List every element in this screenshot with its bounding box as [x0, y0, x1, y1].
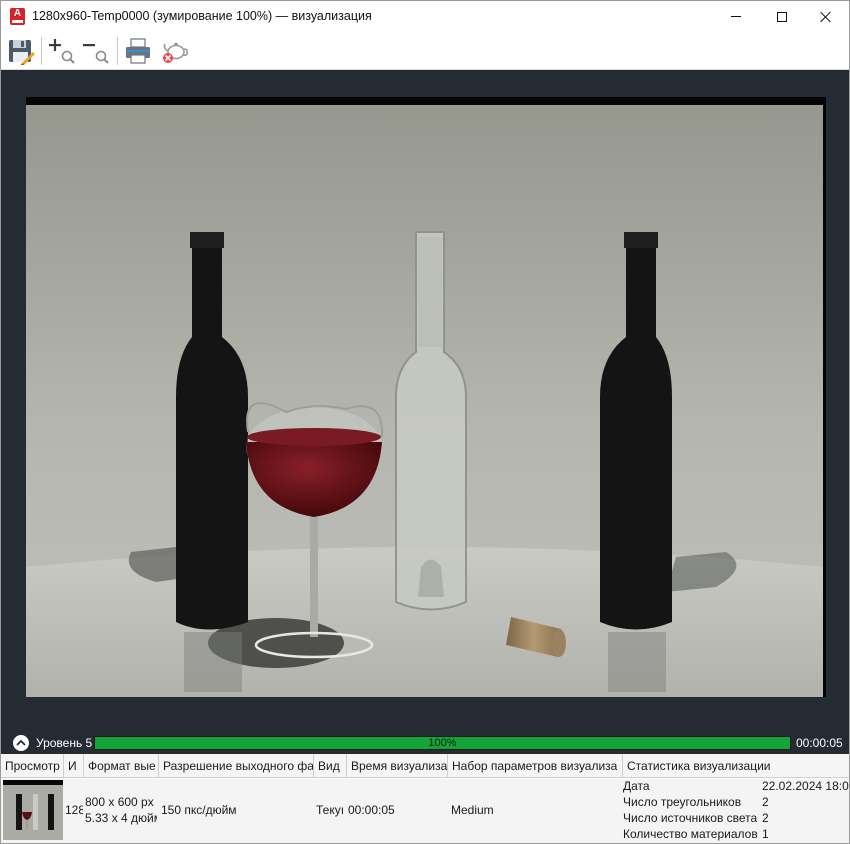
print-button[interactable] — [121, 35, 155, 67]
render-time-cell: 00:00:05 — [348, 803, 395, 817]
format-size-px: 800 x 600 px — [85, 795, 154, 809]
format-size-inches: 5.33 x 4 дюйм — [85, 811, 157, 825]
column-header-preview[interactable]: Просмотр — [1, 754, 64, 778]
render-progress-bar: 100% — [94, 736, 791, 750]
zoom-out-icon — [83, 44, 109, 64]
stat-value: 22.02.2024 18:05 — [762, 779, 850, 793]
toolbar-separator — [117, 37, 118, 65]
column-header-preset[interactable]: Набор параметров визуализа — [448, 754, 623, 778]
stat-date: Дата 22.02.2024 18:05 — [623, 779, 849, 795]
column-header-format[interactable]: Формат вые — [84, 754, 159, 778]
title-bar[interactable]: A 1280x960-Temp0000 (зумирование 100%) —… — [1, 1, 849, 32]
chevron-up-icon — [16, 739, 26, 746]
render-status-bar: Уровень 5 100% 00:00:05 — [1, 733, 849, 754]
cancel-render-button[interactable] — [159, 35, 191, 67]
minimize-icon — [731, 16, 741, 17]
maximize-button[interactable] — [759, 1, 805, 32]
rendered-image — [26, 97, 826, 697]
stat-triangles: Число треугольников 2 — [623, 795, 849, 811]
zoom-out-button[interactable] — [79, 35, 111, 67]
stat-value: 2 — [762, 811, 769, 825]
minimize-button[interactable] — [713, 1, 759, 32]
preset-cell: Medium — [451, 803, 494, 817]
close-button[interactable] — [803, 1, 849, 32]
image-name-cell: 128 — [65, 803, 83, 817]
close-icon — [820, 11, 832, 23]
preview-thumbnail — [3, 780, 63, 840]
teapot-cancel-icon — [163, 43, 188, 63]
save-image-button[interactable] — [5, 35, 37, 67]
render-level-label: Уровень 5 — [36, 736, 93, 750]
toolbar — [1, 32, 849, 70]
column-header-view[interactable]: Вид — [314, 754, 347, 778]
zoom-in-icon — [49, 39, 75, 64]
zoom-in-button[interactable] — [45, 35, 77, 67]
stat-value: 2 — [762, 795, 769, 809]
stat-value: 1 — [762, 827, 769, 841]
autocad-app-icon: A — [10, 8, 25, 25]
preview-thumbnail-image — [3, 785, 63, 840]
table-row[interactable]: 128 800 x 600 px 5.33 x 4 дюйм 150 пкс/д… — [1, 779, 849, 843]
stat-materials: Количество материалов 1 — [623, 827, 849, 843]
elapsed-time: 00:00:05 — [796, 736, 843, 750]
statistics-cell: Дата 22.02.2024 18:05 Число треугольнико… — [623, 779, 849, 843]
column-header-resolution[interactable]: Разрешение выходного фа — [159, 754, 314, 778]
stat-key: Число треугольников — [623, 795, 742, 809]
view-cell: Текуı — [316, 803, 345, 817]
toolbar-separator — [41, 37, 42, 65]
resolution-cell: 150 пкс/дюйм — [161, 803, 237, 817]
collapse-history-button[interactable] — [13, 735, 29, 751]
progress-percent: 100% — [428, 737, 457, 749]
printer-icon — [126, 38, 150, 64]
stat-key: Количество материалов — [623, 827, 758, 841]
stat-key: Число источников света — [623, 811, 758, 825]
column-header-image[interactable]: И — [64, 754, 84, 778]
rendered-scene — [26, 97, 826, 697]
stat-key: Дата — [623, 779, 650, 793]
column-header-statistics[interactable]: Статистика визуализации — [623, 754, 849, 778]
render-window: A 1280x960-Temp0000 (зумирование 100%) —… — [0, 0, 850, 844]
floppy-pencil-icon — [9, 40, 35, 65]
render-history-table: Просмотр И Формат вые Разрешение выходно… — [1, 754, 849, 843]
render-viewport[interactable] — [1, 70, 849, 733]
table-header: Просмотр И Формат вые Разрешение выходно… — [1, 754, 849, 778]
column-header-render-time[interactable]: Время визуализа — [347, 754, 448, 778]
window-title: 1280x960-Temp0000 (зумирование 100%) — в… — [32, 9, 372, 23]
maximize-icon — [777, 11, 787, 22]
stat-lights: Число источников света 2 — [623, 811, 849, 827]
